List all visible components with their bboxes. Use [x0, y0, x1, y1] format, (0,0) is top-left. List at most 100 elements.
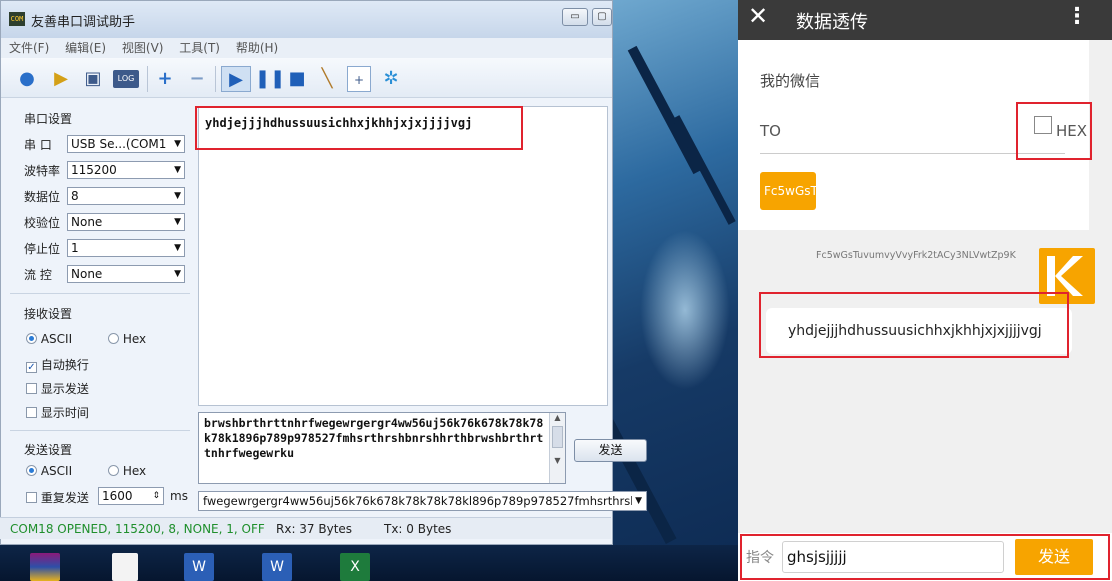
show-send-checkbox[interactable]: 显示发送	[26, 380, 89, 397]
receive-settings-header: 接收设置	[24, 307, 73, 321]
databits-select[interactable]: 8 ▼	[67, 187, 185, 205]
new-window-icon[interactable]: +	[347, 66, 371, 92]
chevron-down-icon: ▼	[174, 243, 181, 253]
send-ascii-label: ASCII	[40, 464, 73, 478]
interval-stepper[interactable]: 1600 ⇕	[98, 487, 164, 505]
highlight-box	[740, 534, 1110, 580]
history-value: fwegewrgergr4ww56uj56k76k678k78k78k78kl8…	[203, 494, 643, 508]
status-bar: COM18 OPENED, 115200, 8, NONE, 1, OFF Rx…	[0, 517, 611, 539]
wallpaper-glow	[640, 230, 730, 390]
stopbits-label: 停止位	[24, 241, 61, 256]
word-doc-icon[interactable]: W	[184, 553, 214, 581]
phone-screen: ✕ 数据透传 ⋮ 我的微信 TO HEX Fc5wGsTu Fc5wGsTuvu…	[738, 0, 1112, 581]
file-icon[interactable]	[112, 553, 138, 581]
menu-bar: 文件(F) 编辑(E) 视图(V) 工具(T) 帮助(H)	[1, 38, 612, 58]
sender-id: Fc5wGsTuvumvyVvyFrk2tACy3NLVwtZp9K	[816, 250, 1016, 261]
flow-value: None	[71, 267, 103, 281]
highlight-box	[1016, 102, 1092, 160]
parity-row: 校验位	[24, 212, 66, 232]
send-history-select[interactable]: fwegewrgergr4ww56uj56k76k678k78k78k78kl8…	[198, 491, 647, 511]
show-time-checkbox[interactable]: 显示时间	[26, 404, 89, 421]
interval-unit: ms	[170, 489, 188, 503]
add-icon[interactable]: +	[153, 66, 177, 92]
radio-selected-icon	[26, 333, 37, 344]
send-scrollbar[interactable]: ▲ ▼	[549, 413, 565, 483]
stepper-icon[interactable]: ⇕	[152, 488, 160, 504]
port-status: COM18 OPENED, 115200, 8, NONE, 1, OFF	[10, 522, 265, 536]
pause-icon[interactable]: ❚❚	[255, 66, 285, 92]
parity-value: None	[71, 215, 103, 229]
menu-help[interactable]: 帮助(H)	[236, 38, 278, 58]
remove-icon[interactable]: −	[185, 66, 209, 92]
port-value: USB Se...(COM1	[71, 137, 167, 151]
log-icon[interactable]: LOG	[113, 70, 139, 88]
checkbox-icon	[26, 407, 37, 418]
flow-label: 流 控	[24, 267, 52, 282]
tx-count: Tx: 0 Bytes	[384, 522, 452, 536]
send-ascii-radio[interactable]: ASCII	[26, 464, 72, 478]
interval-value: 1600	[102, 489, 133, 503]
radio-selected-icon	[26, 465, 37, 476]
baud-label: 波特率	[24, 163, 61, 178]
scroll-down-icon[interactable]: ▼	[550, 456, 565, 465]
scroll-thumb[interactable]	[552, 426, 563, 448]
show-send-label: 显示发送	[40, 382, 89, 396]
menu-view[interactable]: 视图(V)	[122, 38, 164, 58]
app-icon: COM	[9, 12, 25, 26]
port-select[interactable]: USB Se...(COM1 ▼	[67, 135, 185, 153]
parity-label: 校验位	[24, 215, 61, 230]
winrar-icon[interactable]	[30, 553, 60, 581]
highlight-box	[759, 292, 1069, 358]
excel-icon[interactable]: X	[340, 553, 370, 581]
recv-hex-radio[interactable]: Hex	[108, 332, 146, 346]
app-bar: ✕ 数据透传 ⋮	[738, 0, 1112, 40]
send-settings-header: 发送设置	[24, 443, 73, 457]
highlight-box	[195, 106, 523, 150]
chevron-down-icon: ▼	[632, 492, 642, 510]
device-button[interactable]: Fc5wGsTu	[760, 172, 816, 210]
my-wechat-label[interactable]: 我的微信	[760, 70, 820, 91]
databits-label: 数据位	[24, 189, 61, 204]
stop-icon[interactable]: ■	[285, 66, 309, 92]
send-text: brwshbrthrttnhrfwegewrgergr4ww56uj56k76k…	[204, 416, 544, 460]
menu-file[interactable]: 文件(F)	[9, 38, 49, 58]
receive-textarea[interactable]	[198, 106, 608, 406]
minimize-button[interactable]: ▭	[562, 8, 588, 26]
recv-ascii-label: ASCII	[40, 332, 73, 346]
stopbits-select[interactable]: 1 ▼	[67, 239, 185, 257]
close-icon[interactable]: ✕	[748, 2, 768, 30]
menu-edit[interactable]: 编辑(E)	[65, 38, 106, 58]
baud-select[interactable]: 115200 ▼	[67, 161, 185, 179]
to-label: TO	[760, 122, 781, 140]
clear-broom-icon[interactable]: ╲	[315, 66, 339, 92]
show-time-label: 显示时间	[40, 406, 89, 420]
gear-icon[interactable]: ✲	[379, 66, 403, 92]
recv-ascii-radio[interactable]: ASCII	[26, 332, 72, 346]
auto-wrap-checkbox[interactable]: ✓ 自动换行	[26, 356, 89, 373]
scroll-up-icon[interactable]: ▲	[550, 413, 565, 422]
save-icon[interactable]: ▣	[81, 66, 105, 92]
checkbox-icon	[26, 492, 37, 503]
send-hex-radio[interactable]: Hex	[108, 464, 146, 478]
more-icon[interactable]: ⋮	[1066, 4, 1088, 29]
open-port-icon[interactable]: ●	[17, 66, 37, 92]
divider	[10, 293, 190, 294]
radio-icon	[108, 465, 119, 476]
word-doc-icon[interactable]: W	[262, 553, 292, 581]
repeat-send-checkbox[interactable]: 重复发送	[26, 489, 89, 506]
repeat-send-label: 重复发送	[40, 491, 89, 505]
window-title: 友善串口调试助手	[31, 15, 136, 30]
play-icon[interactable]: ▶	[221, 66, 251, 92]
port-row: 串 口	[24, 134, 66, 154]
menu-tools[interactable]: 工具(T)	[179, 38, 220, 58]
maximize-button[interactable]: ▢	[592, 8, 612, 26]
chevron-down-icon: ▼	[174, 217, 181, 227]
send-button[interactable]: 发送	[574, 439, 647, 462]
open-file-icon[interactable]: ▶	[49, 66, 73, 92]
recv-hex-label: Hex	[122, 332, 147, 346]
auto-wrap-label: 自动换行	[40, 358, 89, 372]
flow-select[interactable]: None ▼	[67, 265, 185, 283]
serial-settings-header: 串口设置	[24, 112, 73, 126]
baud-value: 115200	[71, 163, 117, 177]
parity-select[interactable]: None ▼	[67, 213, 185, 231]
